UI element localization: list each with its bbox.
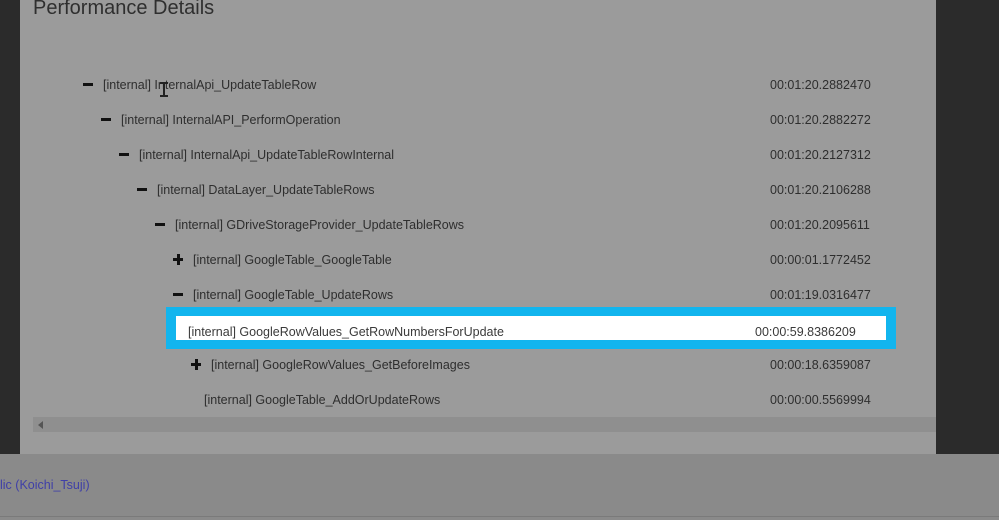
dialog-title: Performance Details [33,0,215,19]
tree-row[interactable]: [internal] InternalApi_UpdateTableRowInt… [20,138,936,173]
performance-details-dialog: Performance Details [internal] InternalA… [20,0,936,454]
tree-row-label: [internal] GoogleTable_GoogleTable [193,253,392,267]
horizontal-scrollbar[interactable] [33,417,936,432]
tree-row-duration: 00:01:20.2127312 [770,148,871,162]
backdrop-right [936,0,999,454]
tree-row[interactable]: [internal] DataLayer_UpdateTableRows 00:… [20,173,936,208]
tree-row-label: [internal] GoogleRowValues_GetRowNumbers… [188,325,504,339]
tree-row[interactable]: [internal] GoogleTable_GoogleTable 00:00… [20,243,936,278]
tree-row-duration: 00:01:20.2882470 [770,78,871,92]
expand-icon[interactable] [172,253,186,267]
text-cursor-icon [160,82,168,97]
tree-row-label: [internal] InternalApi_UpdateTableRowInt… [139,148,395,162]
tree-row[interactable]: [internal] GoogleTable_AddOrUpdateRows 0… [20,383,936,418]
tree-row-label: [internal] InternalApi_UpdateTableRow [103,78,317,92]
backdrop-left [0,0,20,454]
tree-row[interactable]: [internal] InternalAPI_PerformOperation … [20,103,936,138]
tree-row-label: [internal] GoogleTable_UpdateRows [193,288,394,302]
tree-row-duration: 00:00:01.1772452 [770,253,871,267]
collapse-icon[interactable] [154,218,168,232]
collapse-icon[interactable] [100,113,114,127]
collapse-icon[interactable] [118,148,132,162]
tree-row-label: [internal] InternalAPI_PerformOperation [121,113,341,127]
tree-row-duration: 00:01:19.0316477 [770,288,871,302]
tree-row-label: [internal] GDriveStorageProvider_UpdateT… [175,218,465,232]
tree-row[interactable]: [internal] InternalApi_UpdateTableRow 00… [20,68,936,103]
tree-row-duration: 00:01:20.2882272 [770,113,871,127]
tree-row-duration: 00:01:20.2095611 [770,218,870,232]
tree-row[interactable]: [internal] GDriveStorageProvider_UpdateT… [20,208,936,243]
footer-divider [0,516,999,517]
collapse-icon[interactable] [82,78,96,92]
tree-row-duration: 00:00:18.6359087 [770,358,871,372]
tree-row-duration: 00:00:00.5569994 [770,393,871,407]
scroll-left-arrow-icon[interactable] [38,421,43,429]
user-link[interactable]: lic (Koichi_Tsuji) [0,478,90,492]
highlighted-row-background: [internal] GoogleRowValues_GetRowNumbers… [176,316,886,340]
tree-row-duration: 00:00:59.8386209 [755,325,856,339]
tree-row-duration: 00:01:20.2106288 [770,183,871,197]
tree-row-label: [internal] GoogleRowValues_GetBeforeImag… [211,358,470,372]
collapse-icon[interactable] [172,288,186,302]
expand-icon[interactable] [190,358,204,372]
tree-row-label: [internal] GoogleTable_AddOrUpdateRows [204,393,441,407]
tree-row[interactable]: [internal] GoogleRowValues_GetBeforeImag… [20,348,936,383]
collapse-icon[interactable] [136,183,150,197]
highlighted-tree-row[interactable]: [internal] GoogleRowValues_GetRowNumbers… [166,307,896,349]
tree-row-label: [internal] DataLayer_UpdateTableRows [157,183,375,197]
